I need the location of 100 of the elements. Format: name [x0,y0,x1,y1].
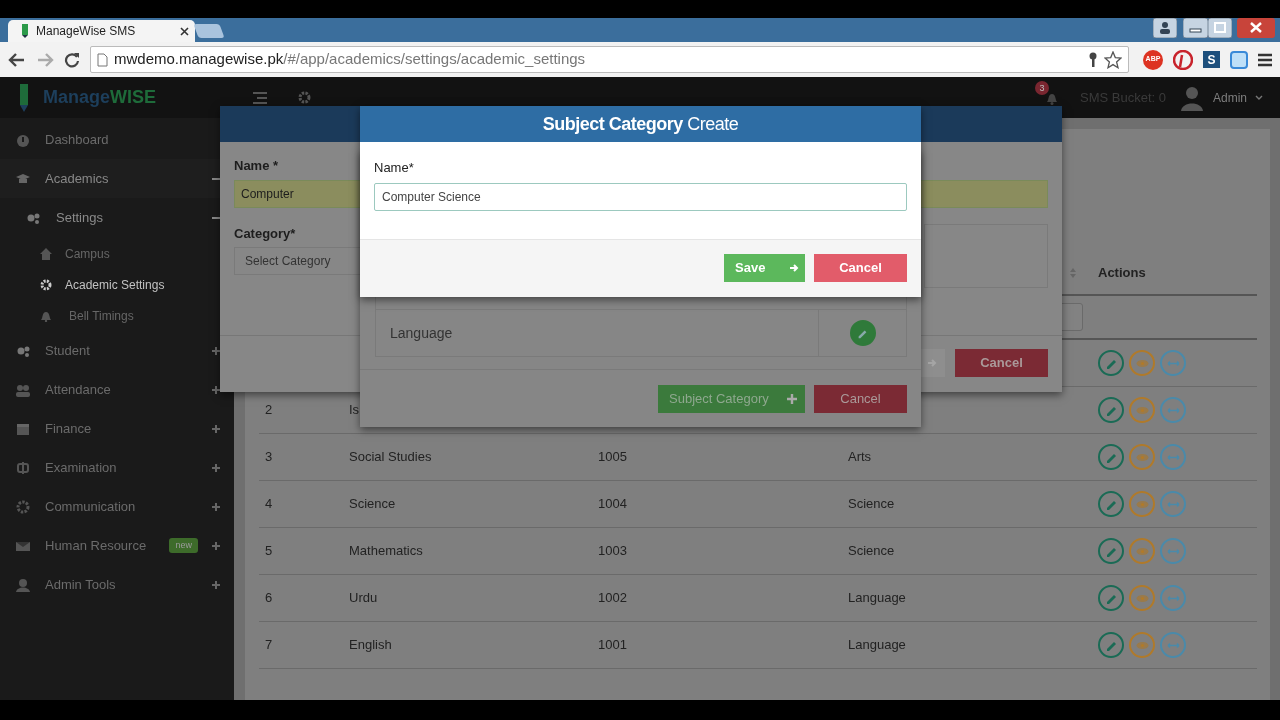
view-button[interactable] [1129,397,1155,423]
dashboard-icon [16,132,30,147]
graduation-cap-icon [16,171,30,186]
table-cell: 1004 [598,496,627,512]
category-name: Language [389,323,454,343]
user-menu[interactable]: Admin [1213,88,1247,107]
save-button[interactable]: Save [724,253,805,282]
expand-icon[interactable] [212,541,220,550]
view-button[interactable] [1129,491,1155,517]
view-button[interactable] [1129,538,1155,564]
key-icon[interactable] [1088,51,1098,68]
edit-button[interactable] [1098,585,1124,611]
dialog-title: Subject Category Create [360,106,921,142]
expand-icon[interactable] [212,424,220,433]
view-button[interactable] [1129,585,1155,611]
expand-icon[interactable] [212,346,220,355]
sidebar-item[interactable]: Campus [0,238,234,269]
sidebar-item[interactable]: Examination [0,448,234,487]
settings-icon[interactable] [298,91,312,104]
view-button[interactable] [1129,444,1155,470]
arrow-icon [927,358,937,368]
link-button[interactable] [1160,397,1186,423]
new-tab-button[interactable] [193,24,225,38]
calendar-icon [16,421,30,436]
table-cell: 1003 [598,543,627,559]
url-text: mwdemo.managewise.pk/#/app/academics/settings/academic_settings [114,49,586,70]
edit-button[interactable] [1098,632,1124,658]
gear-icon [40,278,52,291]
table-cell: Arts [848,449,872,465]
table-cell: 2 [265,402,273,418]
edit-button[interactable] [1098,444,1124,470]
window-close-button[interactable] [1237,18,1275,38]
expand-icon[interactable] [212,463,220,472]
link-button[interactable] [1160,585,1186,611]
collapse-icon[interactable] [212,214,220,222]
sidebar-item[interactable]: Academic Settings [0,269,234,300]
sidebar-item[interactable]: Attendance [0,370,234,409]
minimize-button[interactable] [1183,18,1208,38]
add-category-button[interactable]: Subject Category [658,385,805,413]
column-header: Actions [1098,264,1146,283]
users-icon [16,382,30,397]
table-cell: English [349,637,392,653]
close-icon[interactable] [180,27,189,36]
edit-button[interactable] [1098,538,1124,564]
sidebar-item[interactable]: Communication [0,487,234,526]
view-button[interactable] [1129,350,1155,376]
cancel-button[interactable]: Cancel [814,385,907,413]
table-cell: Language [848,637,906,653]
arrow-icon [789,262,799,273]
new-badge: new [169,537,198,554]
user-avatar-icon [1180,84,1204,111]
link-button[interactable] [1160,632,1186,658]
expand-icon[interactable] [212,580,220,589]
link-button[interactable] [1160,350,1186,376]
bell-icon [40,309,52,322]
link-button[interactable] [1160,538,1186,564]
gear-icon [16,499,30,514]
edit-button[interactable] [849,320,876,346]
pencil-icon [22,24,28,38]
link-button[interactable] [1160,444,1186,470]
edit-button[interactable] [1098,350,1124,376]
edit-button[interactable] [1098,491,1124,517]
description-field[interactable] [924,223,1048,288]
cancel-button[interactable]: Cancel [814,253,907,282]
reload-icon[interactable] [64,51,80,68]
back-icon[interactable] [8,51,26,68]
sidebar-item[interactable]: Finance [0,409,234,448]
menu-icon[interactable] [1258,52,1272,67]
sidebar-item[interactable]: Dashboard [0,120,234,159]
sort-icon[interactable] [1070,267,1076,279]
page-icon [97,52,108,67]
forward-icon[interactable] [36,51,54,68]
table-cell: 1001 [598,637,627,653]
table-cell: 3 [265,449,273,465]
table-cell: 6 [265,590,273,606]
view-button[interactable] [1129,632,1155,658]
home-icon [40,247,52,260]
expand-icon[interactable] [212,385,220,394]
person-icon [16,577,30,592]
extension-button[interactable]: S [1203,51,1220,68]
link-button[interactable] [1160,491,1186,517]
table-cell: Mathematics [349,543,423,559]
name-field[interactable]: Computer Science [374,182,907,211]
caret-icon[interactable] [1255,95,1263,100]
sidebar-item[interactable]: Human Resource new [0,526,234,565]
maximize-button[interactable] [1208,18,1232,38]
edit-button[interactable] [1098,397,1124,423]
sidebar-item[interactable]: Bell Timings [0,300,234,331]
address-bar[interactable]: mwdemo.managewise.pk/#/app/academics/settings/academic_settings [90,46,1129,73]
app-logo[interactable]: ManageWISE [43,84,157,111]
browser-tab[interactable]: ManageWise SMS [8,20,195,42]
sidebar-item[interactable]: Admin Tools [0,565,234,604]
expand-icon[interactable] [212,502,220,511]
sidebar-item[interactable]: Settings [0,198,234,238]
cancel-button[interactable]: Cancel [955,349,1048,377]
user-button[interactable] [1153,18,1177,38]
square-icon[interactable] [1230,50,1248,69]
sidebar-item[interactable]: Student [0,331,234,370]
star-icon[interactable] [1104,50,1122,69]
pin-icon[interactable] [1173,49,1193,70]
